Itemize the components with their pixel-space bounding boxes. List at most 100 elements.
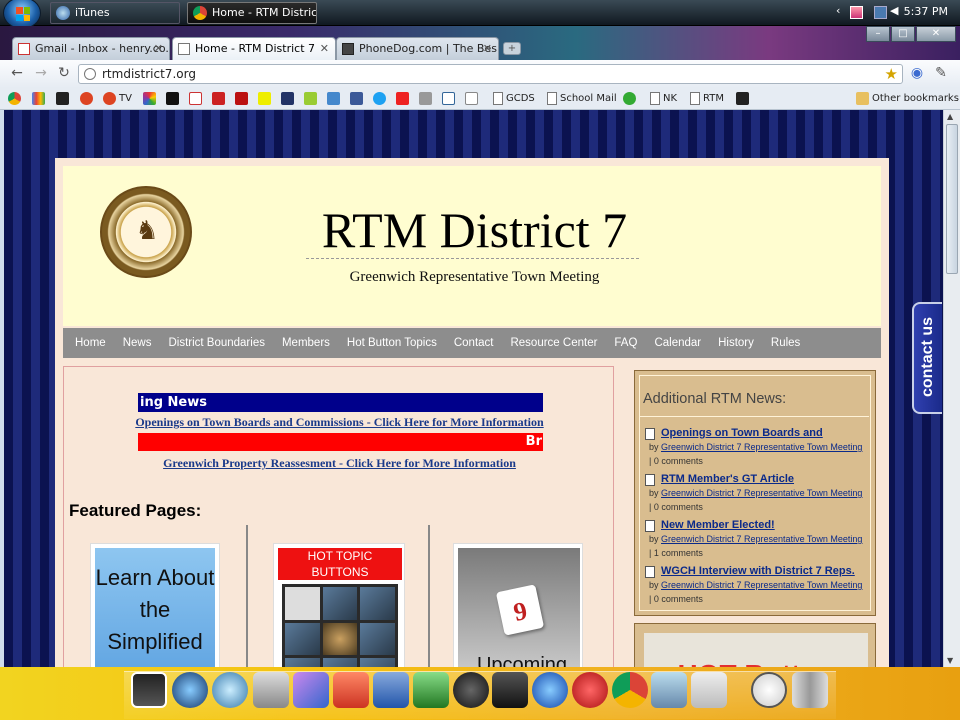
hot-button-banner[interactable]: HOT Button xyxy=(644,633,868,667)
nav-history[interactable]: History xyxy=(718,337,754,349)
bookmark-nk[interactable]: NK xyxy=(650,91,677,107)
bookmark-green-icon[interactable] xyxy=(623,91,639,107)
bookmark-yellow-icon[interactable] xyxy=(258,91,274,107)
nav-district-boundaries[interactable]: District Boundaries xyxy=(168,337,265,349)
bookmark-red-icon[interactable] xyxy=(212,91,228,107)
bookmark-rtm[interactable]: RTM xyxy=(690,91,724,107)
nav-news[interactable]: News xyxy=(123,337,152,349)
chrome-dock-icon[interactable] xyxy=(612,672,648,708)
scrollbar-thumb[interactable] xyxy=(946,124,958,274)
news-item-title[interactable]: New Member Elected! xyxy=(661,519,775,531)
powerpoint-icon[interactable] xyxy=(333,672,369,708)
itunes-dock-icon[interactable] xyxy=(532,672,568,708)
other-bookmarks[interactable]: Other bookmarks xyxy=(856,91,959,107)
author-link[interactable]: Greenwich District 7 Representative Town… xyxy=(661,580,862,590)
start-button[interactable] xyxy=(3,0,41,29)
author-link[interactable]: Greenwich District 7 Representative Town… xyxy=(661,534,862,544)
trash-icon[interactable] xyxy=(792,672,828,708)
bookmark-cnet-tv[interactable]: TV xyxy=(103,91,132,107)
nav-hot-button-topics[interactable]: Hot Button Topics xyxy=(347,337,437,349)
bookmark-d-icon[interactable] xyxy=(736,91,752,107)
bookmark-p-icon[interactable] xyxy=(442,91,458,107)
bookmark-gmail-icon[interactable] xyxy=(189,91,205,107)
news-item-title[interactable]: WGCH Interview with District 7 Reps. xyxy=(661,565,855,577)
wrench-icon[interactable]: ✎ xyxy=(932,65,950,81)
bookmark-google-icon[interactable] xyxy=(32,91,48,107)
nav-resource-center[interactable]: Resource Center xyxy=(510,337,597,349)
clock[interactable]: 5:37 PM xyxy=(904,5,948,18)
new-tab-button[interactable]: + xyxy=(503,42,521,55)
tab-phonedog[interactable]: PhoneDog.com | The Bes... ✕ xyxy=(336,37,499,60)
nav-calendar[interactable]: Calendar xyxy=(654,337,701,349)
bookmark-rss-icon[interactable] xyxy=(419,91,435,107)
bookmark-netflix-icon[interactable] xyxy=(235,91,251,107)
globe-app-icon[interactable] xyxy=(172,672,208,708)
news-item-title[interactable]: RTM Member's GT Article xyxy=(661,473,794,485)
download-stack-icon[interactable] xyxy=(691,672,727,708)
address-bar[interactable]: rtmdistrict7.org ★ xyxy=(78,64,903,84)
aim-icon[interactable] xyxy=(572,672,608,708)
bookmark-w-icon[interactable] xyxy=(166,91,182,107)
close-tab-icon[interactable]: ✕ xyxy=(154,38,163,60)
nav-faq[interactable]: FAQ xyxy=(614,337,637,349)
bookmark-gcds[interactable]: GCDS xyxy=(493,91,535,107)
comment-count[interactable]: | 0 comments xyxy=(649,456,703,466)
nav-contact[interactable]: Contact xyxy=(454,337,494,349)
excel-icon[interactable] xyxy=(413,672,449,708)
reassessment-link[interactable]: Greenwich Property Reassesment - Click H… xyxy=(64,456,615,471)
media-player-icon[interactable] xyxy=(453,672,489,708)
maximize-button[interactable]: □ xyxy=(891,26,915,42)
bookmark-facebook-icon[interactable] xyxy=(350,91,366,107)
bookmark-blue-icon[interactable] xyxy=(281,91,297,107)
featured-hot-topic-card[interactable]: HOT TOPIC BUTTONS xyxy=(273,543,405,667)
extension-icon[interactable]: ◉ xyxy=(908,65,926,81)
volume-icon[interactable]: ◀ xyxy=(890,4,903,17)
bookmark-nbc-icon[interactable] xyxy=(143,91,159,107)
tray-app-icon[interactable] xyxy=(850,6,863,19)
nav-rules[interactable]: Rules xyxy=(771,337,800,349)
bookmark-chrome-icon[interactable] xyxy=(8,91,24,107)
bookmark-youtube-icon[interactable] xyxy=(396,91,412,107)
bookmark-cnet-icon[interactable] xyxy=(80,91,96,107)
close-tab-icon[interactable]: ✕ xyxy=(320,38,329,60)
scroll-down-icon[interactable]: ▼ xyxy=(947,656,953,665)
network-icon[interactable] xyxy=(874,6,887,19)
camera-icon[interactable] xyxy=(492,672,528,708)
bookmark-school-mail[interactable]: School Mail xyxy=(547,91,617,107)
bookmark-figure-icon[interactable] xyxy=(56,91,72,107)
author-link[interactable]: Greenwich District 7 Representative Town… xyxy=(661,488,862,498)
bookmark-h-icon[interactable] xyxy=(304,91,320,107)
minimize-button[interactable]: – xyxy=(866,26,890,42)
safari-icon[interactable] xyxy=(212,672,248,708)
comment-count[interactable]: | 1 comments xyxy=(649,548,703,558)
bookmark-twitter-icon[interactable] xyxy=(373,91,389,107)
comment-count[interactable]: | 0 comments xyxy=(649,594,703,604)
forward-icon[interactable]: → xyxy=(32,65,50,81)
pencil-app-icon[interactable] xyxy=(293,672,329,708)
taskbar-itunes-button[interactable]: iTunes xyxy=(50,2,180,24)
reload-icon[interactable]: ↻ xyxy=(55,65,73,81)
bookmark-figure2-icon[interactable] xyxy=(327,91,343,107)
word-icon[interactable] xyxy=(373,672,409,708)
comment-count[interactable]: | 0 comments xyxy=(649,502,703,512)
featured-calendar-card[interactable]: 9 Upcoming xyxy=(453,543,583,667)
bookmark-star-icon[interactable]: ★ xyxy=(885,65,898,83)
featured-learn-card[interactable]: Learn About the Simplified xyxy=(90,543,220,667)
back-icon[interactable]: ← xyxy=(8,65,26,81)
nav-home[interactable]: Home xyxy=(75,337,106,349)
vertical-scrollbar[interactable]: ▲ ▼ xyxy=(943,110,960,667)
news-item-title[interactable]: Openings on Town Boards and xyxy=(661,427,823,439)
close-window-button[interactable]: ✕ xyxy=(916,26,956,42)
author-link[interactable]: Greenwich District 7 Representative Town… xyxy=(661,442,862,452)
taskbar-chrome-button[interactable]: Home - RTM Distric... xyxy=(187,2,317,24)
finder-icon[interactable] xyxy=(131,672,167,708)
nav-members[interactable]: Members xyxy=(282,337,330,349)
folder-icon[interactable] xyxy=(651,672,687,708)
bookmark-amazon-icon[interactable] xyxy=(465,91,481,107)
close-tab-icon[interactable]: ✕ xyxy=(483,38,492,60)
contact-us-tab[interactable]: contact us xyxy=(912,302,942,414)
openings-link[interactable]: Openings on Town Boards and Commissions … xyxy=(64,415,615,430)
calculator-icon[interactable] xyxy=(253,672,289,708)
tab-rtm-district-7[interactable]: Home - RTM District 7 ✕ xyxy=(172,37,336,61)
clock-app-icon[interactable] xyxy=(751,672,787,708)
